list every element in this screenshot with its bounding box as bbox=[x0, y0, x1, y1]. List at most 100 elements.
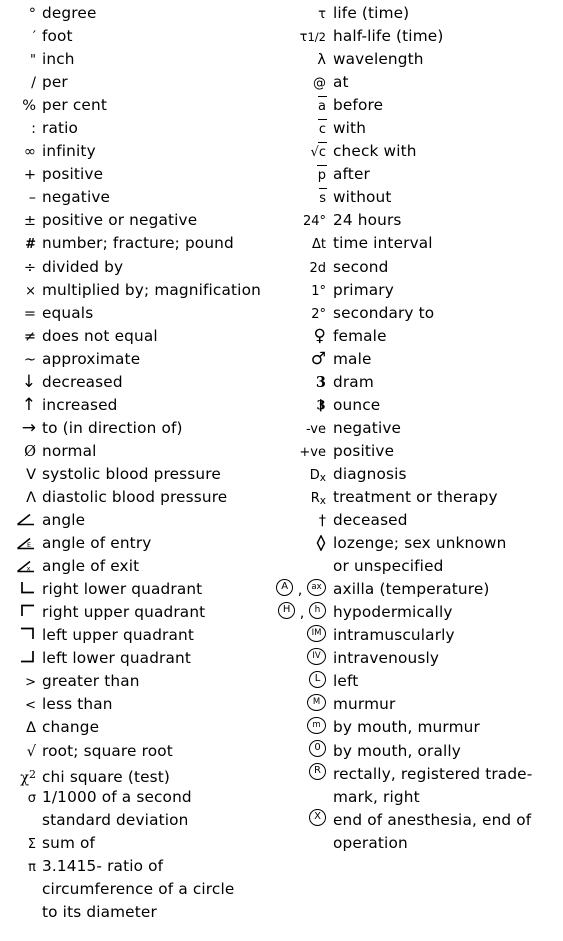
symbol-row-negative-ve: -ve negative bbox=[268, 417, 563, 440]
symbol-label: normal bbox=[42, 441, 97, 460]
division-icon: ÷ bbox=[23, 259, 36, 276]
c-with-overbar-icon: c bbox=[268, 118, 333, 141]
symbol-row-equals: = equals bbox=[0, 302, 268, 325]
symbol-label: or unspecified bbox=[333, 557, 444, 576]
symbol-label: 3.1415- ratio of bbox=[42, 856, 164, 875]
symbol-row-degree: ° degree bbox=[0, 2, 268, 25]
symbol-row-rectally-cont: mark, right bbox=[268, 786, 563, 809]
symbol-label: divided by bbox=[42, 257, 124, 276]
left-symbol-column: ° degree ′ foot " inch / per % per cent … bbox=[0, 2, 268, 924]
corner-bottom-right-icon bbox=[0, 648, 42, 671]
symbol-row-after: p after bbox=[268, 163, 563, 186]
symbol-label: circumference of a circle bbox=[42, 879, 235, 898]
symbol-label: diagnosis bbox=[333, 464, 407, 483]
symbol-label: wavelength bbox=[333, 50, 424, 69]
symbol-row-approximate: ~ approximate bbox=[0, 348, 268, 371]
symbol-label: positive bbox=[42, 165, 104, 184]
symbol-row-wavelength: λ wavelength bbox=[268, 48, 563, 71]
symbol-row-positive: + positive bbox=[0, 163, 268, 186]
symbol-row-second: 2d second bbox=[268, 256, 563, 279]
symbol-label: systolic blood pressure bbox=[42, 464, 221, 483]
s-with-overbar-icon: s bbox=[268, 187, 333, 210]
symbol-label: with bbox=[333, 119, 367, 138]
symbol-row-intramuscularly: IM intramuscularly bbox=[268, 624, 563, 647]
symbol-row-normal: Ø normal bbox=[0, 440, 268, 463]
slash-per-icon: / bbox=[31, 75, 36, 92]
symbol-label: by mouth, murmur bbox=[333, 718, 480, 737]
symbol-label: negative bbox=[42, 188, 111, 207]
circled-a-and-circled-ax-icon: A , ax bbox=[268, 578, 333, 603]
delta-t-icon: Δt bbox=[312, 237, 326, 253]
symbol-row-foot: ′ foot bbox=[0, 25, 268, 48]
symbol-row-to-in-direction-of: → to (in direction of) bbox=[0, 417, 268, 440]
symbol-row-diagnosis: Dx diagnosis bbox=[268, 463, 563, 486]
symbol-label: lozenge; sex unknown bbox=[333, 534, 507, 553]
arrow-right-icon: → bbox=[21, 417, 36, 438]
angle-of-exit-icon: x bbox=[0, 556, 42, 579]
symbol-row-sum-of: Σ sum of bbox=[0, 832, 268, 855]
one-degree-primary-icon: 1° bbox=[311, 283, 326, 299]
symbol-label: end of anesthesia, end of bbox=[333, 810, 532, 829]
symbol-row-end-of-anesthesia-cont: operation bbox=[268, 832, 563, 855]
symbol-row-divided-by: ÷ divided by bbox=[0, 256, 268, 279]
symbol-row-left-circled: L left bbox=[268, 670, 563, 693]
symbol-row-left-lower-quadrant: left lower quadrant bbox=[0, 647, 268, 670]
symbol-label: 1/1000 of a second bbox=[42, 787, 192, 806]
symbol-row-deceased: † deceased bbox=[268, 509, 563, 532]
twenty-four-degree-icon: 24° bbox=[302, 214, 326, 230]
symbol-label: intravenously bbox=[333, 649, 440, 668]
symbol-row-chi-square: χ2 chi square (test) bbox=[0, 763, 268, 787]
symbol-label: hypodermically bbox=[333, 603, 453, 622]
symbol-label: rectally, registered trade- bbox=[333, 764, 533, 783]
symbol-label: time interval bbox=[333, 234, 433, 253]
symbol-label: after bbox=[333, 165, 370, 184]
symbol-label: male bbox=[333, 349, 372, 368]
symbol-label: 24 hours bbox=[333, 211, 402, 230]
svg-text:E: E bbox=[27, 541, 31, 549]
ounce-icon: 3 bbox=[268, 394, 333, 417]
symbol-label: angle of entry bbox=[42, 534, 152, 553]
slashed-o-normal-icon: Ø bbox=[24, 443, 36, 460]
symbol-label: left bbox=[333, 672, 359, 691]
symbol-label: number; fracture; pound bbox=[42, 234, 234, 253]
symbol-label: decreased bbox=[42, 372, 123, 391]
circled-o-icon: 0 bbox=[268, 740, 333, 763]
symbol-label: half-life (time) bbox=[333, 27, 444, 46]
symbol-label: operation bbox=[333, 833, 408, 852]
svg-text:x: x bbox=[27, 564, 31, 572]
rx-treatment-icon: Rx bbox=[310, 490, 326, 507]
symbol-row-decreased: ↓ decreased bbox=[0, 371, 268, 394]
greater-than-icon: > bbox=[25, 675, 36, 691]
symbol-label: multiplied by; magnification bbox=[42, 280, 261, 299]
symbol-row-right-upper-quadrant: right upper quadrant bbox=[0, 601, 268, 624]
symbol-label: per bbox=[42, 73, 68, 92]
symbol-row-life-time: τ life (time) bbox=[268, 2, 563, 25]
symbol-row-secondary-to: 2° secondary to bbox=[268, 302, 563, 325]
symbol-row-check-with: √c check with bbox=[268, 140, 563, 163]
symbol-label: root; square root bbox=[42, 741, 173, 760]
symbol-row-systolic-blood-pressure: V systolic blood pressure bbox=[0, 463, 268, 486]
symbol-label: does not equal bbox=[42, 326, 158, 345]
symbol-row-male: ♂ male bbox=[268, 348, 563, 371]
symbol-row-pi-cont-2: to its diameter bbox=[0, 901, 268, 924]
two-degree-secondary-icon: 2° bbox=[311, 306, 326, 322]
symbol-label: diastolic blood pressure bbox=[42, 487, 228, 506]
symbol-row-greater-than: > greater than bbox=[0, 670, 268, 693]
delta-change-icon: Δ bbox=[26, 720, 36, 737]
symbol-row-before: a before bbox=[268, 94, 563, 117]
dx-diagnosis-icon: Dx bbox=[309, 467, 326, 484]
symbol-label: infinity bbox=[42, 142, 96, 161]
symbol-label: positive or negative bbox=[42, 211, 198, 230]
symbol-label: axilla (temperature) bbox=[333, 580, 490, 599]
symbol-label: treatment or therapy bbox=[333, 487, 498, 506]
symbol-label: secondary to bbox=[333, 303, 435, 322]
symbol-row-per-cent: % per cent bbox=[0, 94, 268, 117]
angle-of-entry-icon: E bbox=[0, 533, 42, 556]
symbol-label: left lower quadrant bbox=[42, 649, 192, 668]
symbol-label: right upper quadrant bbox=[42, 603, 206, 622]
symbol-label: second bbox=[333, 257, 389, 276]
check-with-icon: √c bbox=[268, 141, 333, 164]
symbol-label: inch bbox=[42, 50, 75, 69]
circled-im-icon: IM bbox=[268, 624, 333, 649]
percent-icon: % bbox=[22, 98, 36, 115]
